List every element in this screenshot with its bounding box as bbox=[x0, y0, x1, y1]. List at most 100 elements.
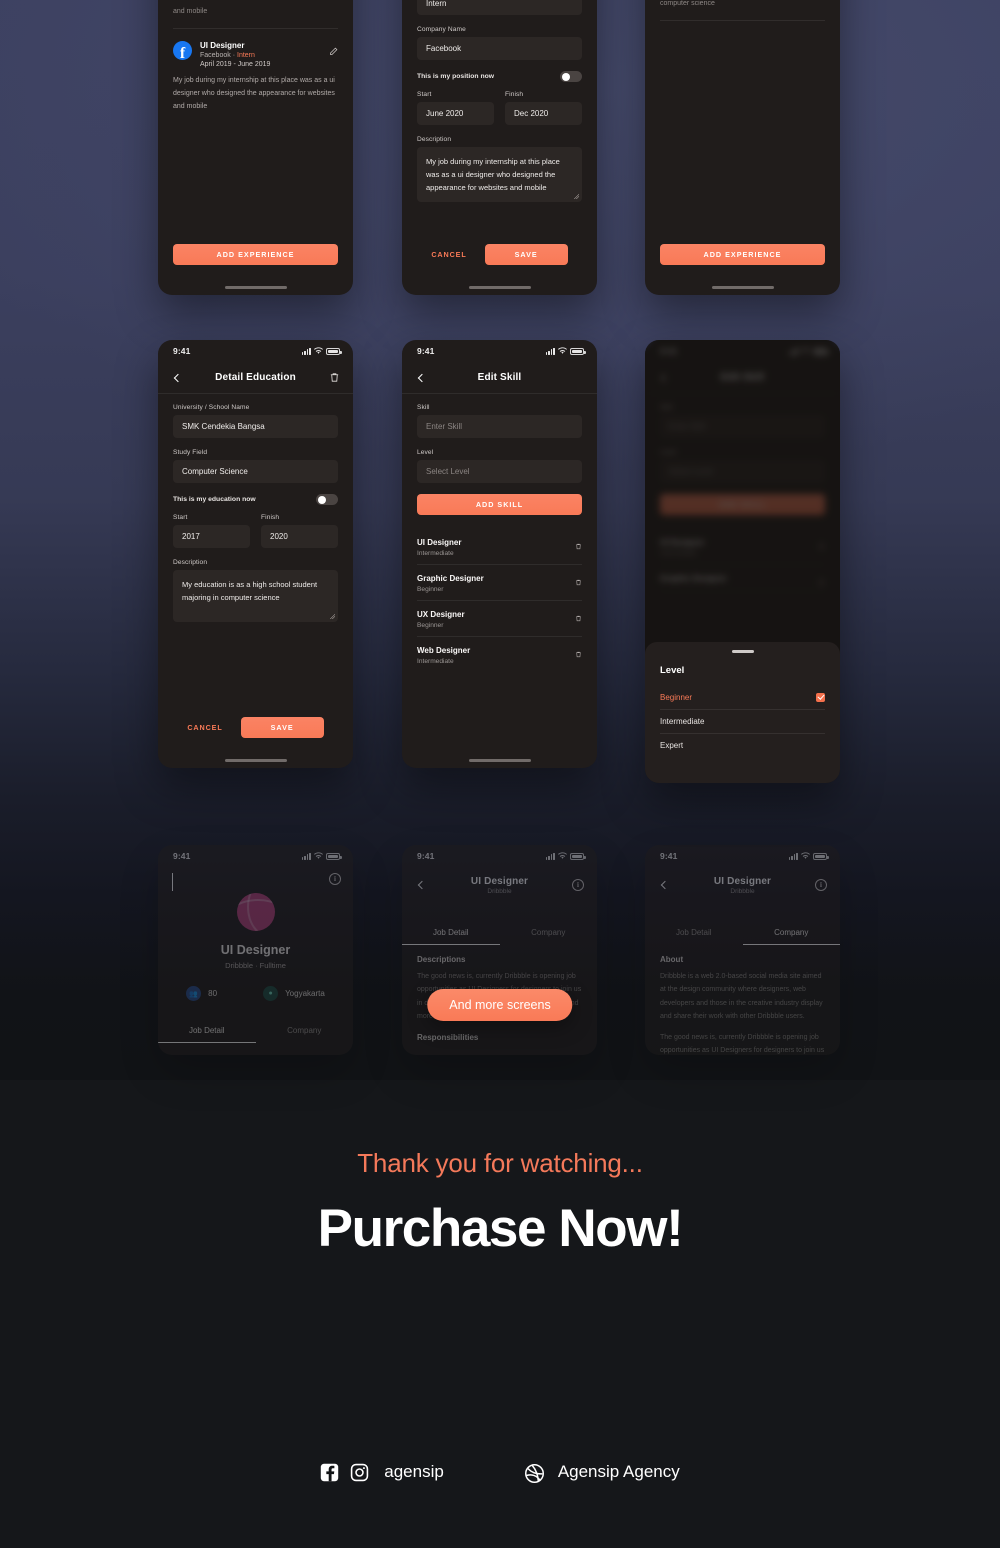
job-tabs: Job Detail Company bbox=[158, 1019, 353, 1043]
status-bar: 9:41 bbox=[158, 340, 353, 362]
status-time: 9:41 bbox=[417, 346, 435, 356]
trash-icon[interactable] bbox=[575, 538, 582, 550]
company-field[interactable]: Facebook bbox=[417, 37, 582, 60]
phone-job-company: 9:41 UI Designer Dribbble i Job Detail C… bbox=[645, 845, 840, 1055]
wifi-icon bbox=[558, 852, 567, 859]
about-body: Dribbble is a web 2.0-based social media… bbox=[660, 973, 823, 1020]
instagram-icon[interactable] bbox=[350, 1463, 369, 1482]
save-button[interactable]: SAVE bbox=[240, 717, 324, 738]
tab-company[interactable]: Company bbox=[256, 1019, 354, 1043]
level-bottom-sheet: Level Beginner Intermediate Expert bbox=[645, 642, 840, 783]
tab-job-detail[interactable]: Job Detail bbox=[158, 1019, 256, 1043]
battery-icon bbox=[813, 853, 829, 860]
back-button[interactable] bbox=[170, 873, 173, 891]
finish-field[interactable]: 2020 bbox=[261, 525, 338, 548]
info-icon[interactable]: i bbox=[814, 878, 828, 892]
school-field[interactable]: SMK Cendekia Bangsa bbox=[173, 415, 338, 438]
sheet-grabber[interactable] bbox=[731, 650, 754, 653]
home-indicator bbox=[224, 286, 287, 289]
cancel-button[interactable]: CANCEL bbox=[187, 723, 222, 732]
position-field[interactable]: Intern bbox=[417, 0, 582, 15]
status-bar: 9:41 bbox=[645, 845, 840, 867]
back-button[interactable] bbox=[414, 878, 428, 892]
level-option-beginner[interactable]: Beginner bbox=[660, 686, 825, 710]
social-handle: Agensip Agency bbox=[557, 1462, 680, 1481]
list-item[interactable]: Web Designer Intermediate bbox=[417, 637, 582, 672]
phone-level-sheet: 9:41 Edit Skill Skil bbox=[645, 340, 840, 783]
phone-edit-skill: 9:41 Edit Skill Skill Enter Skill Level … bbox=[402, 340, 597, 768]
finish-label: Finish bbox=[505, 91, 524, 98]
home-indicator bbox=[468, 759, 531, 762]
position-now-switch[interactable] bbox=[560, 71, 582, 82]
phone-job-detail: 9:41 UI Designer Dribbble i Job Detail C… bbox=[402, 845, 597, 1055]
list-item[interactable]: UI Designer Intermediate bbox=[417, 529, 582, 565]
social-group-agensip: agensip bbox=[320, 1462, 444, 1482]
facebook-icon[interactable] bbox=[320, 1463, 339, 1482]
nav-bar: Edit Skill bbox=[402, 362, 597, 394]
cellular-icon bbox=[788, 852, 798, 860]
tab-company[interactable]: Company bbox=[500, 921, 598, 945]
skill-level: Intermediate bbox=[417, 550, 454, 557]
info-icon[interactable]: i bbox=[329, 873, 341, 885]
check-icon bbox=[816, 692, 825, 702]
trash-icon[interactable] bbox=[327, 371, 341, 385]
description-textarea[interactable]: My education is as a high school student… bbox=[173, 570, 338, 622]
status-time: 9:41 bbox=[417, 851, 435, 861]
education-now-label: This is my education now bbox=[173, 496, 256, 503]
tab-job-detail[interactable]: Job Detail bbox=[645, 921, 743, 945]
info-icon[interactable]: i bbox=[571, 878, 585, 892]
truncated-description: computer science bbox=[660, 0, 715, 7]
save-button[interactable]: SAVE bbox=[484, 244, 568, 265]
pencil-icon[interactable] bbox=[329, 43, 338, 55]
skill-input[interactable]: Enter Skill bbox=[417, 415, 582, 438]
cancel-button[interactable]: CANCEL bbox=[431, 250, 466, 259]
phone-detail-education: 9:41 Detail Education University / Schoo… bbox=[158, 340, 353, 768]
start-label: Start bbox=[417, 91, 432, 98]
back-button[interactable] bbox=[170, 371, 184, 385]
education-now-toggle-row[interactable]: This is my education now bbox=[173, 494, 338, 505]
skill-list: UI Designer Intermediate Graphic Designe… bbox=[402, 529, 597, 672]
presentation-page: and mobile f UI Designer Facebook · Inte… bbox=[0, 0, 1000, 1548]
location-value: Yogyakarta bbox=[285, 989, 325, 998]
battery-icon bbox=[570, 853, 586, 860]
dribbble-icon bbox=[236, 893, 275, 931]
list-item[interactable]: Graphic Designer Beginner bbox=[417, 565, 582, 601]
purchase-now-text: Purchase Now! bbox=[317, 1199, 684, 1258]
position-now-toggle-row[interactable]: This is my position now bbox=[417, 71, 582, 82]
start-field[interactable]: 2017 bbox=[173, 525, 250, 548]
cellular-icon bbox=[301, 347, 311, 355]
sheet-title: Level bbox=[660, 664, 685, 676]
skill-level: Beginner bbox=[417, 622, 444, 629]
level-select[interactable]: Select Level bbox=[417, 460, 582, 483]
add-skill-button[interactable]: ADD SKILL bbox=[417, 494, 582, 515]
description-textarea[interactable]: My job during my internship at this plac… bbox=[417, 147, 582, 203]
trash-icon[interactable] bbox=[575, 610, 582, 622]
level-option-intermediate[interactable]: Intermediate bbox=[660, 710, 825, 734]
page-subtitle: Dribbble bbox=[730, 887, 755, 895]
study-field-input[interactable]: Computer Science bbox=[173, 460, 338, 483]
job-subtitle: Dribbble · Fulltime bbox=[225, 961, 286, 970]
list-item[interactable]: UX Designer Beginner bbox=[417, 601, 582, 637]
experience-card[interactable]: f UI Designer Facebook · Intern April 20… bbox=[158, 29, 353, 114]
education-now-switch[interactable] bbox=[316, 494, 338, 505]
thank-you-text: Thank you for watching... bbox=[357, 1148, 643, 1178]
dribbble-icon[interactable] bbox=[524, 1463, 544, 1483]
home-indicator bbox=[224, 759, 287, 762]
tab-company[interactable]: Company bbox=[742, 921, 840, 945]
start-field[interactable]: June 2020 bbox=[417, 102, 494, 125]
page-title: UI Designer bbox=[470, 875, 529, 887]
job-tabs: Job Detail Company bbox=[402, 921, 597, 945]
back-button[interactable] bbox=[657, 878, 671, 892]
add-experience-button[interactable]: ADD EXPERIENCE bbox=[660, 244, 825, 265]
about-label: About bbox=[660, 955, 684, 964]
and-more-screens-pill[interactable]: And more screens bbox=[427, 989, 573, 1021]
trash-icon[interactable] bbox=[575, 646, 582, 658]
tab-job-detail[interactable]: Job Detail bbox=[402, 921, 500, 945]
finish-label: Finish bbox=[261, 514, 280, 521]
experience-position: Intern bbox=[237, 51, 255, 59]
trash-icon[interactable] bbox=[575, 574, 582, 586]
level-option-expert[interactable]: Expert bbox=[660, 734, 825, 757]
back-button[interactable] bbox=[414, 371, 428, 385]
finish-field[interactable]: Dec 2020 bbox=[505, 102, 582, 125]
add-experience-button[interactable]: ADD EXPERIENCE bbox=[173, 244, 338, 265]
